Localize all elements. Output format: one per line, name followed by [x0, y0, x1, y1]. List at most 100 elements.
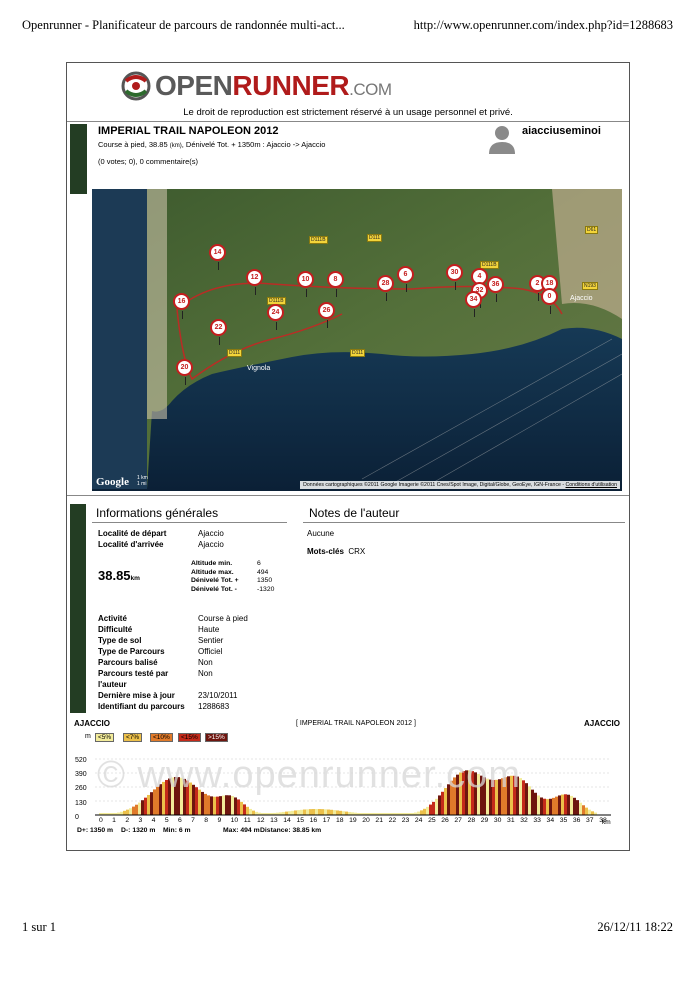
km-marker[interactable]: 24	[267, 304, 284, 330]
km-marker[interactable]: 28	[377, 275, 394, 301]
x-tick-label: 2	[125, 817, 130, 824]
elevation-bar	[207, 795, 210, 815]
place-label-ajaccio: Ajaccio	[570, 295, 593, 302]
altitude-labels: Altitude min. Altitude max. Dénivelé Tot…	[191, 560, 239, 593]
x-tick-label: 29	[480, 817, 489, 824]
x-tick-label: 12	[256, 817, 265, 824]
km-marker[interactable]: 30	[446, 264, 463, 290]
google-logo: Google	[96, 476, 129, 488]
elevation-bar	[138, 802, 141, 815]
x-tick-label: 8	[204, 817, 209, 824]
elevation-bar	[318, 809, 321, 815]
terms-link[interactable]: Conditions d'utilisation	[566, 482, 617, 488]
x-tick-label: 31	[507, 817, 515, 824]
route-subtitle: Course à pied, 38.85 (km), Dénivelé Tot.…	[98, 140, 326, 149]
elevation-bar	[315, 809, 318, 815]
route-map[interactable]: D111B D111 D111B D111 D111 D111B D61 N19…	[92, 189, 622, 491]
x-tick-label: 26	[441, 817, 449, 824]
distance-value: 38.85km	[98, 568, 140, 583]
x-tick-label: 19	[349, 817, 357, 824]
x-tick-label: 5	[164, 817, 169, 824]
elevation-bar	[555, 796, 558, 815]
elevation-bar	[237, 799, 240, 815]
elevation-bar	[546, 799, 549, 815]
elevation-bar	[573, 797, 576, 815]
elevation-bar	[129, 808, 132, 815]
elevation-bar	[216, 796, 219, 815]
x-tick-label: 23	[401, 817, 410, 824]
elevation-bar	[135, 804, 138, 815]
km-marker[interactable]: 14	[209, 244, 226, 270]
place-label-vignola: Vignola	[247, 365, 271, 372]
x-tick-label: 33	[533, 817, 541, 824]
x-tick-label: 32	[520, 817, 528, 824]
openrunner-logo[interactable]: OPENRUNNER.COM	[121, 69, 392, 103]
print-page-number: 1 sur 1	[22, 920, 57, 934]
print-page-url: http://www.openrunner.com/index.php?id=1…	[413, 18, 673, 32]
elevation-bar	[438, 795, 441, 815]
km-marker[interactable]: 10	[297, 271, 314, 297]
elevation-bar	[225, 795, 228, 815]
elevation-bar	[333, 810, 336, 815]
profile-footer-dminus: D-: 1320 m	[121, 827, 156, 834]
divider	[67, 121, 629, 122]
profile-start-label: AJACCIO	[74, 719, 111, 728]
info-labels-bottom: Activité Difficulté Type de sol Type de …	[98, 614, 185, 711]
elevation-bar	[141, 800, 144, 815]
elevation-bar	[234, 797, 237, 815]
route-sheet: OPENRUNNER.COM Le droit de reproduction …	[66, 62, 630, 851]
km-marker[interactable]: 34	[465, 291, 482, 317]
elevation-bar	[312, 809, 315, 815]
elevation-bar	[126, 809, 129, 815]
road-label: D111B	[309, 236, 328, 244]
print-page-title: Openrunner - Planificateur de parcours d…	[22, 18, 345, 32]
elevation-bar	[144, 797, 147, 815]
info-values-top: Ajaccio Ajaccio	[198, 529, 224, 549]
watermark: © www.openrunner.com	[97, 754, 521, 796]
km-marker[interactable]: 8	[327, 271, 344, 297]
km-marker[interactable]: 12	[246, 269, 263, 295]
elevation-bar	[585, 807, 588, 815]
km-marker[interactable]: 20	[176, 359, 193, 385]
elevation-bar	[588, 809, 591, 815]
elevation-bar	[417, 811, 420, 815]
elevation-bar	[306, 809, 309, 815]
elevation-bar	[291, 810, 294, 815]
elevation-bar	[540, 797, 543, 815]
elevation-bar	[522, 780, 525, 815]
x-tick-label: 18	[335, 817, 344, 824]
elevation-bar	[345, 811, 348, 815]
km-marker[interactable]: 36	[487, 276, 504, 302]
map-credits: Données cartographiques ©2011 Google Ima…	[300, 481, 620, 489]
user-avatar-icon[interactable]	[487, 123, 517, 155]
logo-open: OPEN	[155, 70, 233, 101]
x-tick-label: 15	[296, 817, 304, 824]
x-tick-label: 35	[559, 817, 568, 824]
elevation-bar	[228, 795, 231, 815]
x-tick-label: 34	[546, 817, 555, 824]
elevation-bar	[567, 794, 570, 815]
x-tick-label: 0	[99, 817, 103, 824]
road-label: D61	[585, 226, 599, 234]
votes-comments: (0 votes; 0), 0 commentaire(s)	[98, 157, 199, 166]
author-notes-text: Aucune	[307, 529, 335, 538]
legend-slope-lt5: <5%	[95, 733, 115, 742]
elevation-bar	[327, 809, 330, 815]
altitude-values: 6 494 1350 -1320	[257, 560, 275, 593]
elevation-bar	[543, 798, 546, 815]
km-marker[interactable]: 22	[210, 319, 227, 345]
divider	[92, 522, 287, 523]
elevation-bar	[435, 798, 438, 815]
km-marker[interactable]: 0	[541, 288, 558, 314]
elevation-bar	[429, 804, 432, 815]
x-tick-label: 17	[322, 817, 331, 824]
author-name[interactable]: aiacciuseminoi	[522, 125, 601, 137]
road-label: D111	[350, 349, 366, 357]
km-marker[interactable]: 16	[173, 293, 190, 319]
x-tick-label: 4	[151, 817, 156, 824]
profile-footer-distance: Distance: 38.85 km	[260, 827, 322, 834]
elevation-bar	[243, 804, 246, 815]
km-marker[interactable]: 6	[397, 266, 414, 292]
km-marker[interactable]: 26	[318, 302, 335, 328]
x-tick-label: 14	[283, 817, 291, 824]
